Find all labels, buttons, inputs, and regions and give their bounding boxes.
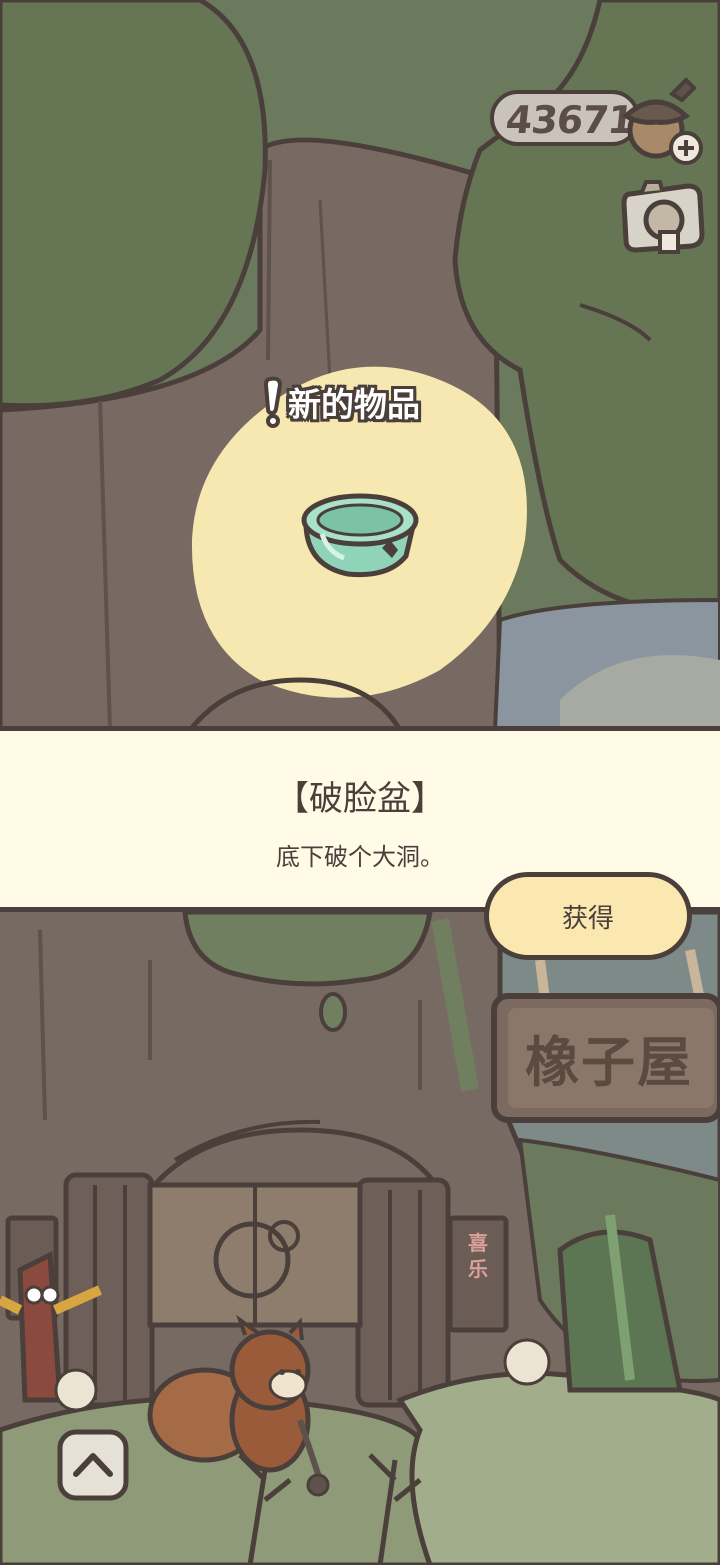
new-item-title: 新的物品 — [288, 385, 420, 424]
broken-basin-icon — [301, 493, 419, 578]
item-description: 底下破个大洞。 — [276, 843, 444, 871]
camera-icon[interactable] — [616, 178, 708, 258]
shop-sign: 橡子屋 — [525, 1030, 693, 1094]
exclamation-icon — [263, 376, 283, 428]
get-item-button[interactable]: 获得 — [484, 872, 692, 960]
new-item-header: 新的物品 — [262, 372, 420, 432]
acorn-icon[interactable] — [612, 70, 708, 166]
item-name: 【破脸盆】 — [275, 779, 445, 819]
chevron-up-icon[interactable] — [56, 1428, 130, 1502]
door-couplet: 喜乐 — [468, 1231, 488, 1281]
